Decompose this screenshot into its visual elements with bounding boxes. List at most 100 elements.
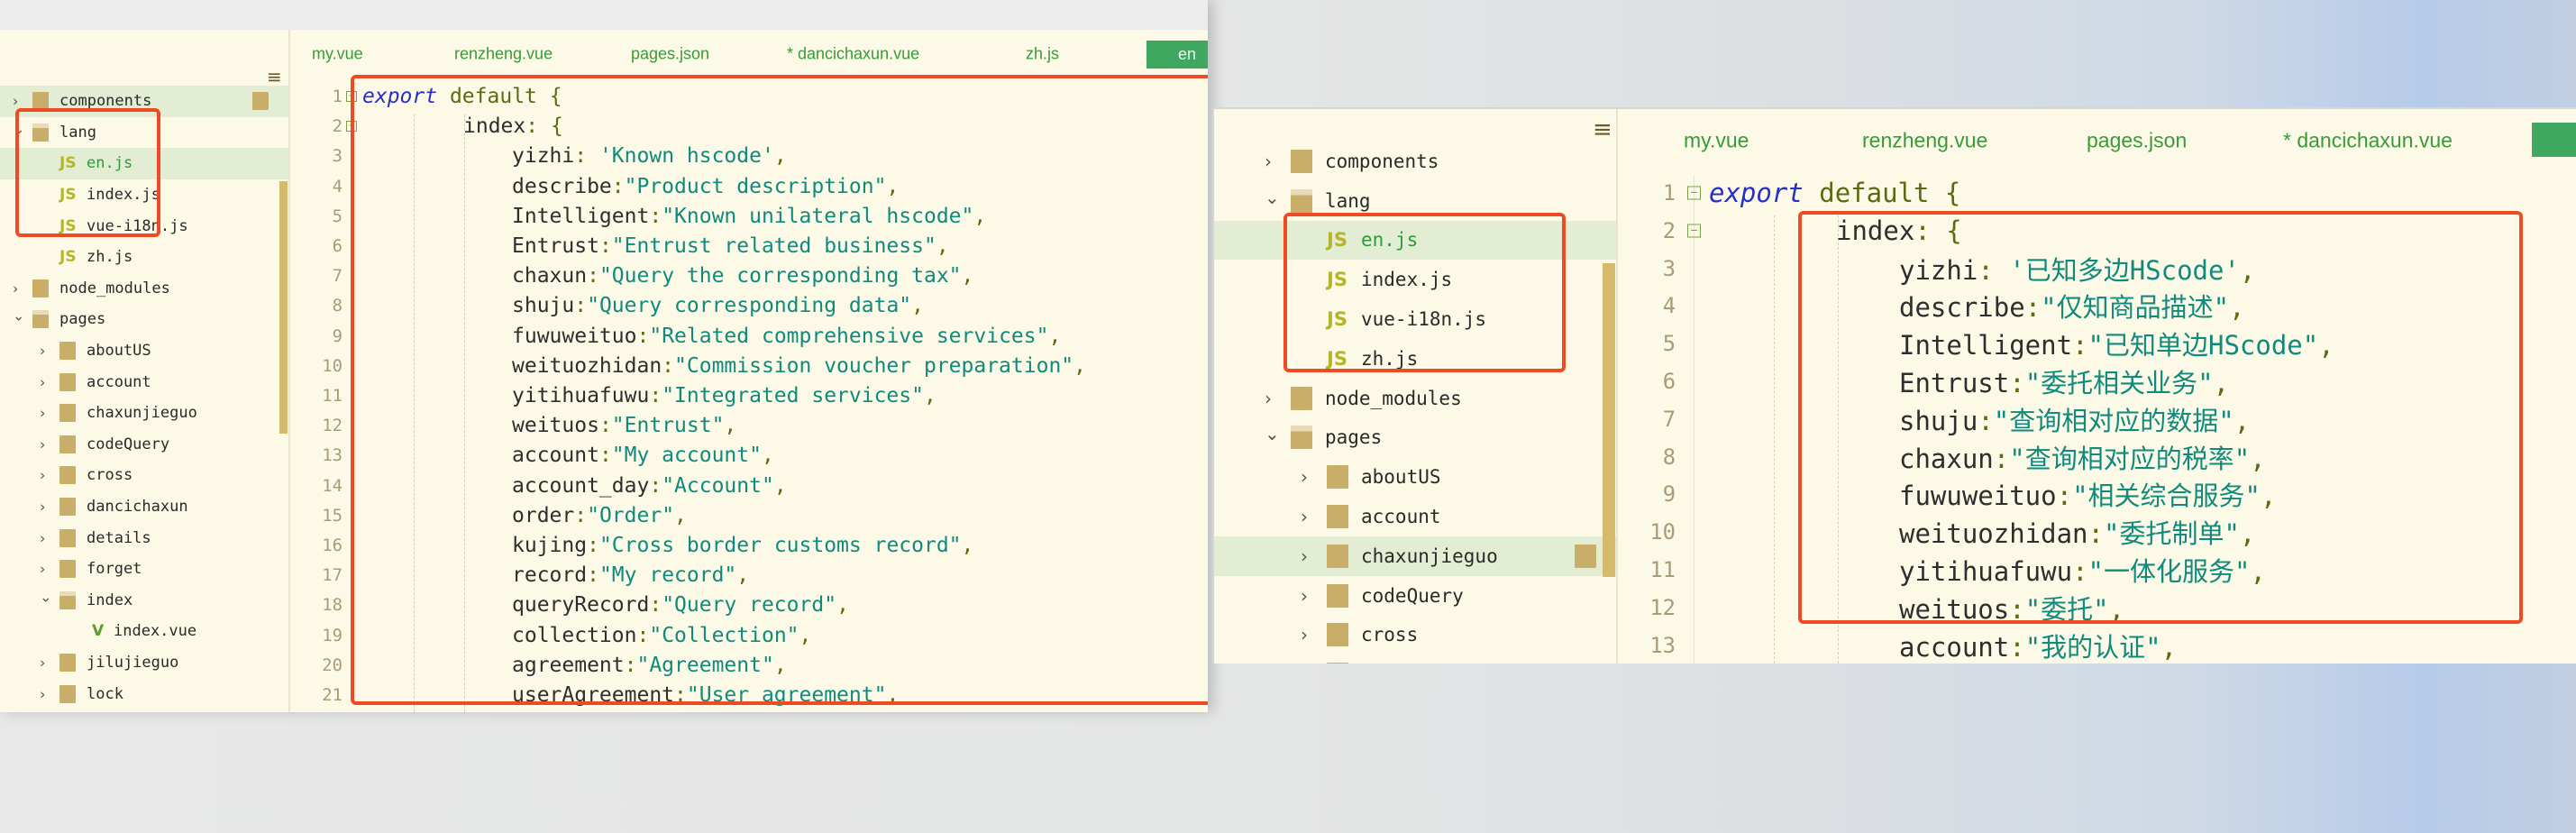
line-number: 7 (332, 266, 343, 287)
tab-renzheng-vue[interactable]: renzheng.vue (454, 45, 553, 64)
tab-active[interactable] (2532, 123, 2576, 157)
tab-renzheng-vue[interactable]: renzheng.vue (1862, 129, 1987, 153)
tab-my-vue[interactable]: my.vue (1684, 129, 1749, 153)
chevron-right-icon[interactable]: › (40, 499, 45, 516)
chevron-right-icon[interactable]: › (40, 343, 45, 360)
tree-item-index-vue[interactable]: Vindex.vue (0, 616, 288, 647)
property-key: weituozhidan (1899, 518, 2088, 550)
tree-item-zh-js[interactable]: JS zh.js (0, 242, 288, 273)
tree-item-codequery[interactable]: › codeQuery (0, 429, 288, 461)
colon: : (636, 623, 650, 647)
chevron-right-icon[interactable]: › (1301, 624, 1308, 645)
tab-dancichaxun-vue[interactable]: * dancichaxun.vue (2283, 129, 2453, 153)
tab-pages-json[interactable]: pages.json (631, 45, 709, 64)
chevron-right-icon[interactable]: › (1301, 506, 1308, 527)
tree-item-lock[interactable]: › lock (0, 678, 288, 709)
tab-dancichaxun-vue[interactable]: * dancichaxun.vue (787, 45, 919, 64)
tree-item-en-js[interactable]: JS en.js (0, 148, 288, 179)
tree-item-codequery[interactable]: › codeQuery (1214, 576, 1616, 616)
hamburger-icon[interactable]: ≡ (1593, 116, 1612, 143)
chevron-right-icon[interactable]: › (40, 467, 45, 484)
folder-icon (59, 372, 76, 391)
tab-en[interactable]: en (1146, 41, 1208, 69)
tree-item-cross[interactable]: › cross (0, 460, 288, 491)
chevron-down-icon[interactable]: ⌄ (1265, 423, 1280, 444)
chevron-right-icon[interactable]: › (40, 561, 45, 578)
folder-open-icon (59, 590, 76, 609)
chevron-right-icon[interactable]: › (1265, 388, 1272, 409)
tree-item-lang[interactable]: ⌄ lang (0, 117, 288, 149)
tree-item-label: lang (1325, 189, 1371, 212)
colon: : (1978, 254, 2010, 286)
chevron-down-icon[interactable]: ⌄ (13, 307, 24, 325)
js-file-icon: JS (1327, 347, 1347, 370)
tree-item-dancichaxun[interactable]: ›dancichaxun (0, 491, 288, 523)
tree-item-label: zh.js (1361, 347, 1419, 370)
tree-item-node-modules[interactable]: › node_modules (0, 273, 288, 305)
colon: : (649, 593, 662, 618)
tree-item-details[interactable]: › details (0, 522, 288, 554)
tree-item-label: zh.js (87, 248, 133, 267)
tree-item-components[interactable]: › components (0, 86, 288, 117)
tree-item-account[interactable]: › account (0, 366, 288, 398)
chevron-right-icon[interactable]: › (40, 373, 45, 390)
tree-item-dancichaxun[interactable]: ›dancichaxun (1214, 654, 1616, 664)
chevron-right-icon[interactable]: › (13, 279, 18, 297)
tree-item-forget[interactable]: › forget (0, 554, 288, 585)
tree-item-login[interactable]: ›login (0, 709, 288, 712)
tree-item-index-js[interactable]: JS index.js (0, 179, 288, 211)
tree-item-aboutus[interactable]: › aboutUS (1214, 457, 1616, 497)
chevron-down-icon[interactable]: ⌄ (13, 120, 24, 137)
tree-item-chaxunjieguo[interactable]: › chaxunjieguo (1214, 536, 1616, 576)
tab-pages-json[interactable]: pages.json (2087, 129, 2187, 153)
hamburger-icon[interactable]: ≡ (267, 66, 282, 87)
comma: , (2229, 292, 2245, 324)
tree-item-vue-i18n-js[interactable]: JS vue-i18n.js (1214, 299, 1616, 339)
chevron-right-icon[interactable]: › (1301, 466, 1308, 488)
chevron-right-icon[interactable]: › (40, 405, 45, 422)
tree-item-cross[interactable]: › cross (1214, 616, 1616, 655)
tree-item-pages[interactable]: ⌄ pages (0, 304, 288, 335)
chevron-right-icon[interactable]: › (40, 654, 45, 672)
fold-toggle-icon[interactable]: − (346, 121, 357, 133)
line-number: 8 (332, 296, 343, 316)
tree-item-index-js[interactable]: JS index.js (1214, 260, 1616, 299)
chevron-right-icon[interactable]: › (40, 685, 45, 702)
tree-item-en-js[interactable]: JS en.js (1214, 220, 1616, 261)
fold-toggle-icon[interactable]: − (1687, 186, 1701, 200)
tree-item-zh-js[interactable]: JS zh.js (1214, 339, 1616, 379)
tree-item-pages[interactable]: ⌄ pages (1214, 418, 1616, 458)
fold-toggle-icon[interactable]: − (1687, 224, 1701, 238)
sidebar-scrollbar[interactable] (279, 181, 288, 434)
code-line: yitihuafuwu:"Integrated services", (512, 384, 936, 407)
chevron-right-icon[interactable]: › (1301, 545, 1308, 567)
tree-item-account[interactable]: › account (1214, 497, 1616, 536)
tab-zh-js[interactable]: zh.js (1026, 45, 1059, 64)
tree-item-aboutus[interactable]: › aboutUS (0, 335, 288, 367)
tree-item-label: details (87, 528, 151, 547)
tree-item-node-modules[interactable]: › node_modules (1214, 379, 1616, 418)
tree-item-index[interactable]: ⌄ index (0, 585, 288, 617)
sidebar-scrollbar[interactable] (1603, 263, 1615, 577)
chevron-right-icon[interactable]: › (13, 93, 18, 110)
chevron-right-icon[interactable]: › (1301, 585, 1308, 607)
tree-item-vue-i18n-js[interactable]: JS vue-i18n.js (0, 210, 288, 242)
tab-my-vue[interactable]: my.vue (312, 45, 363, 64)
brace: { (549, 85, 562, 108)
tree-item-label: account (87, 372, 151, 391)
tree-item-components[interactable]: › components (1214, 142, 1616, 181)
string-value: "查询相对应的数据" (1993, 405, 2234, 436)
tree-item-chaxunjieguo[interactable]: › chaxunjieguo (0, 398, 288, 429)
chevron-down-icon[interactable]: ⌄ (1265, 187, 1280, 208)
comma: , (724, 414, 737, 438)
fold-toggle-icon[interactable]: − (346, 91, 357, 102)
js-file-icon: JS (59, 154, 77, 173)
chevron-right-icon[interactable]: › (40, 435, 45, 453)
tree-item-lang[interactable]: ⌄ lang (1214, 181, 1616, 221)
folder-icon (59, 466, 76, 485)
tree-item-jilujieguo[interactable]: › jilujieguo (0, 647, 288, 679)
chevron-right-icon[interactable]: › (40, 529, 45, 546)
folder-icon (1327, 465, 1348, 490)
chevron-down-icon[interactable]: ⌄ (40, 588, 51, 605)
chevron-right-icon[interactable]: › (1265, 151, 1272, 172)
